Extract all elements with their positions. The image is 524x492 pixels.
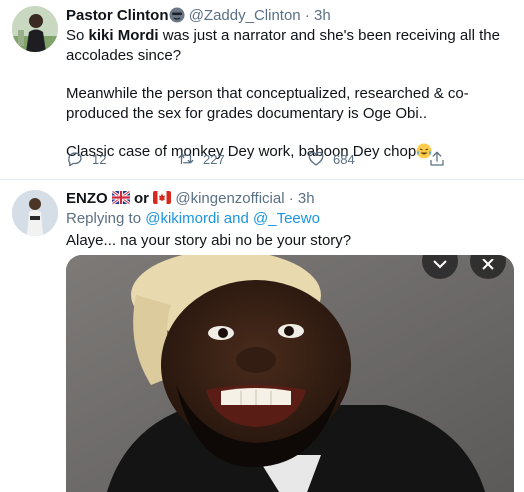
retweet-icon — [178, 153, 194, 165]
retweet-button[interactable]: 227 — [177, 150, 225, 168]
mention-link[interactable]: @_Teewo — [253, 210, 320, 227]
tweet-paragraph-1: So kiki Mordi was just a narrator and sh… — [66, 27, 500, 64]
canada-flag-icon — [153, 190, 172, 207]
avatar[interactable] — [12, 6, 58, 52]
tweet-time[interactable]: 3h — [298, 190, 315, 207]
separator-dot: · — [304, 7, 310, 24]
share-icon — [430, 151, 444, 166]
chevron-down-icon — [433, 260, 447, 269]
avatar-photo — [12, 190, 58, 236]
separator-dot: · — [288, 190, 294, 207]
like-count: 684 — [333, 151, 355, 167]
avatar[interactable] — [12, 190, 58, 236]
replying-to: Replying to @kikimordi and @_Teewo — [66, 210, 320, 227]
tweet-media-image[interactable] — [66, 255, 514, 492]
tweet-actions: 12 227 684 — [66, 150, 446, 172]
retweet-count: 227 — [203, 151, 225, 167]
mention-link[interactable]: @kikimordi — [145, 210, 219, 227]
tweet-header: Pastor Clinton @Zaddy_Clinton · 3h — [66, 6, 331, 26]
tweet-paragraph-2: Meanwhile the person that conceptualized… — [66, 85, 469, 122]
tweet-text: So kiki Mordi was just a narrator and sh… — [66, 26, 514, 162]
close-icon — [482, 259, 494, 270]
author-handle[interactable]: @Zaddy_Clinton — [189, 7, 301, 24]
tweet-pastor-clinton[interactable]: Pastor Clinton @Zaddy_Clinton · 3h So ki… — [0, 0, 524, 180]
reply-button[interactable]: 12 — [66, 150, 106, 168]
tweet-text: Alaye... na your story abi no be your st… — [66, 232, 352, 249]
reply-icon — [68, 152, 82, 167]
mentioned-name: kiki Mordi — [88, 27, 159, 44]
tweet-enzo[interactable]: ENZO or @kingenzofficial · 3h Replying t… — [0, 181, 524, 492]
meme-photo — [66, 255, 514, 492]
avatar-photo — [12, 6, 58, 52]
name-or-text: or — [134, 190, 150, 207]
like-button[interactable]: 684 — [307, 150, 355, 168]
tweet-time[interactable]: 3h — [314, 7, 331, 24]
author-name[interactable]: ENZO — [66, 190, 108, 207]
sunglasses-emoji-icon — [169, 7, 185, 24]
author-handle[interactable]: @kingenzofficial — [175, 190, 284, 207]
uk-flag-icon — [111, 190, 130, 207]
reply-count: 12 — [92, 151, 107, 167]
author-name[interactable]: Pastor Clinton — [66, 7, 169, 24]
share-button[interactable] — [428, 150, 446, 168]
tweet-header: ENZO or @kingenzofficial · 3h — [66, 189, 315, 209]
heart-icon — [308, 151, 324, 166]
